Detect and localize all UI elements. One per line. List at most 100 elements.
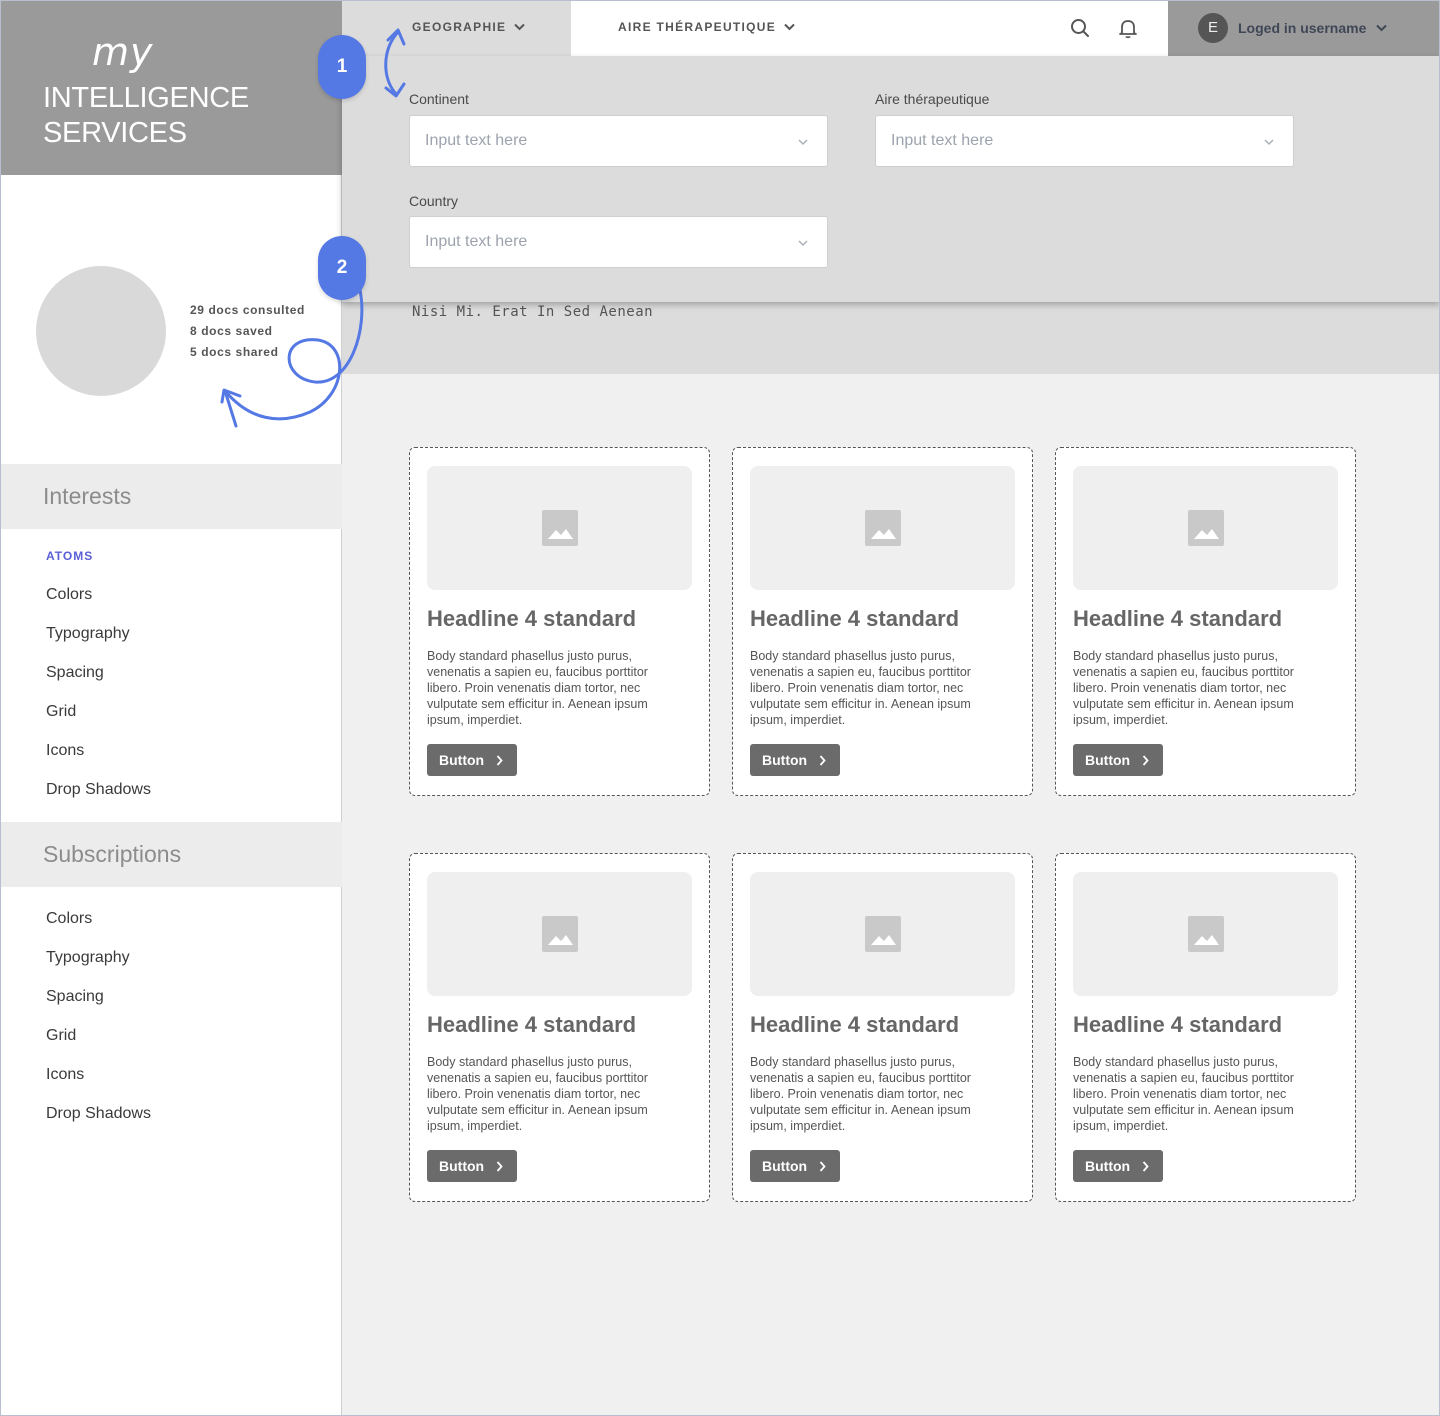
card-button[interactable]: Button [750,744,841,776]
card-title: Headline 4 standard [1073,606,1283,631]
aire-label: Aire thérapeutique [875,91,990,107]
image-icon [542,510,578,546]
card-button[interactable]: Button [750,1150,841,1182]
logo-my: my [92,30,154,74]
card-body: Body standard phasellus justo purus, ven… [750,649,971,727]
card-image-placeholder [750,872,1015,996]
content-card: Headline 4 standard Body standard phasel… [409,853,710,1202]
interests-item-drop-shadows[interactable]: Drop Shadows [46,781,151,820]
tab-geographie-label: GEOGRAPHIE [412,20,507,34]
interests-item-icons[interactable]: Icons [46,742,151,781]
chevron-right-icon [819,754,826,766]
country-select[interactable]: Input text here [409,216,828,268]
card-image-placeholder [427,466,692,590]
card-title: Headline 4 standard [750,606,960,631]
subscriptions-item-colors[interactable]: Colors [46,910,151,949]
profile-avatar[interactable] [36,266,166,396]
interests-heading: Interests [0,464,342,529]
topbar-geographie-area: GEOGRAPHIE [342,0,571,56]
tab-geographie[interactable]: GEOGRAPHIE [412,20,526,34]
continent-placeholder: Input text here [425,132,528,149]
image-icon [865,510,901,546]
interests-item-grid[interactable]: Grid [46,703,151,742]
card-button-label: Button [1085,1158,1131,1174]
country-placeholder: Input text here [425,233,528,250]
card-button[interactable]: Button [427,1150,518,1182]
chevron-right-icon [496,1160,503,1172]
image-icon [542,916,578,952]
card-image-placeholder [1073,466,1338,590]
content-card: Headline 4 standard Body standard phasel… [732,447,1033,796]
card-body: Body standard phasellus justo purus, ven… [427,649,648,727]
card-button-label: Button [439,1158,485,1174]
subscriptions-item-icons[interactable]: Icons [46,1066,151,1105]
content-card: Headline 4 standard Body standard phasel… [732,853,1033,1202]
continent-label: Continent [409,91,469,107]
tab-aire-label: AIRE THÉRAPEUTIQUE [618,20,777,34]
card-image-placeholder [750,466,1015,590]
interests-item-spacing[interactable]: Spacing [46,664,151,703]
card-title: Headline 4 standard [427,606,637,631]
content-card: Headline 4 standard Body standard phasel… [409,447,710,796]
interests-item-typography[interactable]: Typography [46,625,151,664]
aire-select[interactable]: Input text here [875,115,1294,167]
card-body: Body standard phasellus justo purus, ven… [1073,649,1294,727]
card-title: Headline 4 standard [1073,1012,1283,1037]
chevron-down-icon [1376,24,1388,32]
chevron-right-icon [1142,1160,1149,1172]
chevron-right-icon [819,1160,826,1172]
hero-text: Nisi Mi. Erat In Sed Aenean [412,304,654,320]
chevron-down-icon [784,23,795,31]
annotation-badge-2: 2 [318,236,366,300]
content-card: Headline 4 standard Body standard phasel… [1055,447,1356,796]
user-name-dropdown[interactable]: Loged in username [1238,20,1388,36]
card-button-label: Button [439,752,485,768]
card-body: Body standard phasellus justo purus, ven… [1073,1055,1294,1133]
user-name: Loged in username [1238,20,1367,36]
chevron-right-icon [1142,754,1149,766]
continent-select[interactable]: Input text here [409,115,828,167]
interests-item-colors[interactable]: Colors [46,586,151,625]
tab-aire-therapeutique[interactable]: AIRE THÉRAPEUTIQUE [618,20,795,34]
chevron-right-icon [496,754,503,766]
topbar-main: AIRE THÉRAPEUTIQUE [571,0,1168,56]
card-body: Body standard phasellus justo purus, ven… [427,1055,648,1133]
card-title: Headline 4 standard [750,1012,960,1037]
logo-line-2: SERVICES [43,117,187,149]
profile-stats: 29 docs consulted 8 docs saved 5 docs sh… [190,302,305,365]
chevron-down-icon [1264,139,1274,146]
user-avatar: E [1198,13,1228,43]
card-button-label: Button [762,752,808,768]
chevron-down-icon [514,23,526,31]
hero-banner: Nisi Mi. Erat In Sed Aenean [342,302,1440,374]
stat-saved: 8 docs saved [190,324,273,338]
content-card: Headline 4 standard Body standard phasel… [1055,853,1356,1202]
subscriptions-item-grid[interactable]: Grid [46,1027,151,1066]
logo[interactable]: my INTELLIGENCE SERVICES [0,0,342,175]
subscriptions-item-drop-shadows[interactable]: Drop Shadows [46,1105,151,1144]
search-icon[interactable] [1069,17,1091,39]
interests-list: Colors Typography Spacing Grid Icons Dro… [46,586,151,820]
country-label: Country [409,193,459,209]
card-image-placeholder [1073,872,1338,996]
stat-consulted: 29 docs consulted [190,303,305,317]
subscriptions-item-typography[interactable]: Typography [46,949,151,988]
sidebar: my INTELLIGENCE SERVICES 29 docs consult… [0,0,342,1416]
aire-placeholder: Input text here [891,132,994,149]
subscriptions-list: Colors Typography Spacing Grid Icons Dro… [46,910,151,1144]
subscriptions-heading: Subscriptions [0,822,342,887]
bell-icon[interactable] [1117,17,1139,39]
subscriptions-item-spacing[interactable]: Spacing [46,988,151,1027]
card-button[interactable]: Button [1073,1150,1164,1182]
card-button[interactable]: Button [427,744,518,776]
card-button-label: Button [1085,752,1131,768]
card-button[interactable]: Button [1073,744,1164,776]
card-body: Body standard phasellus justo purus, ven… [750,1055,971,1133]
filter-panel: Continent Input text here Aire thérapeut… [342,56,1440,302]
user-menu[interactable]: E Loged in username [1168,0,1440,56]
card-button-label: Button [762,1158,808,1174]
atoms-label: ATOMS [46,549,94,563]
card-title: Headline 4 standard [427,1012,637,1037]
stat-shared: 5 docs shared [190,345,279,359]
chevron-down-icon [798,139,808,146]
